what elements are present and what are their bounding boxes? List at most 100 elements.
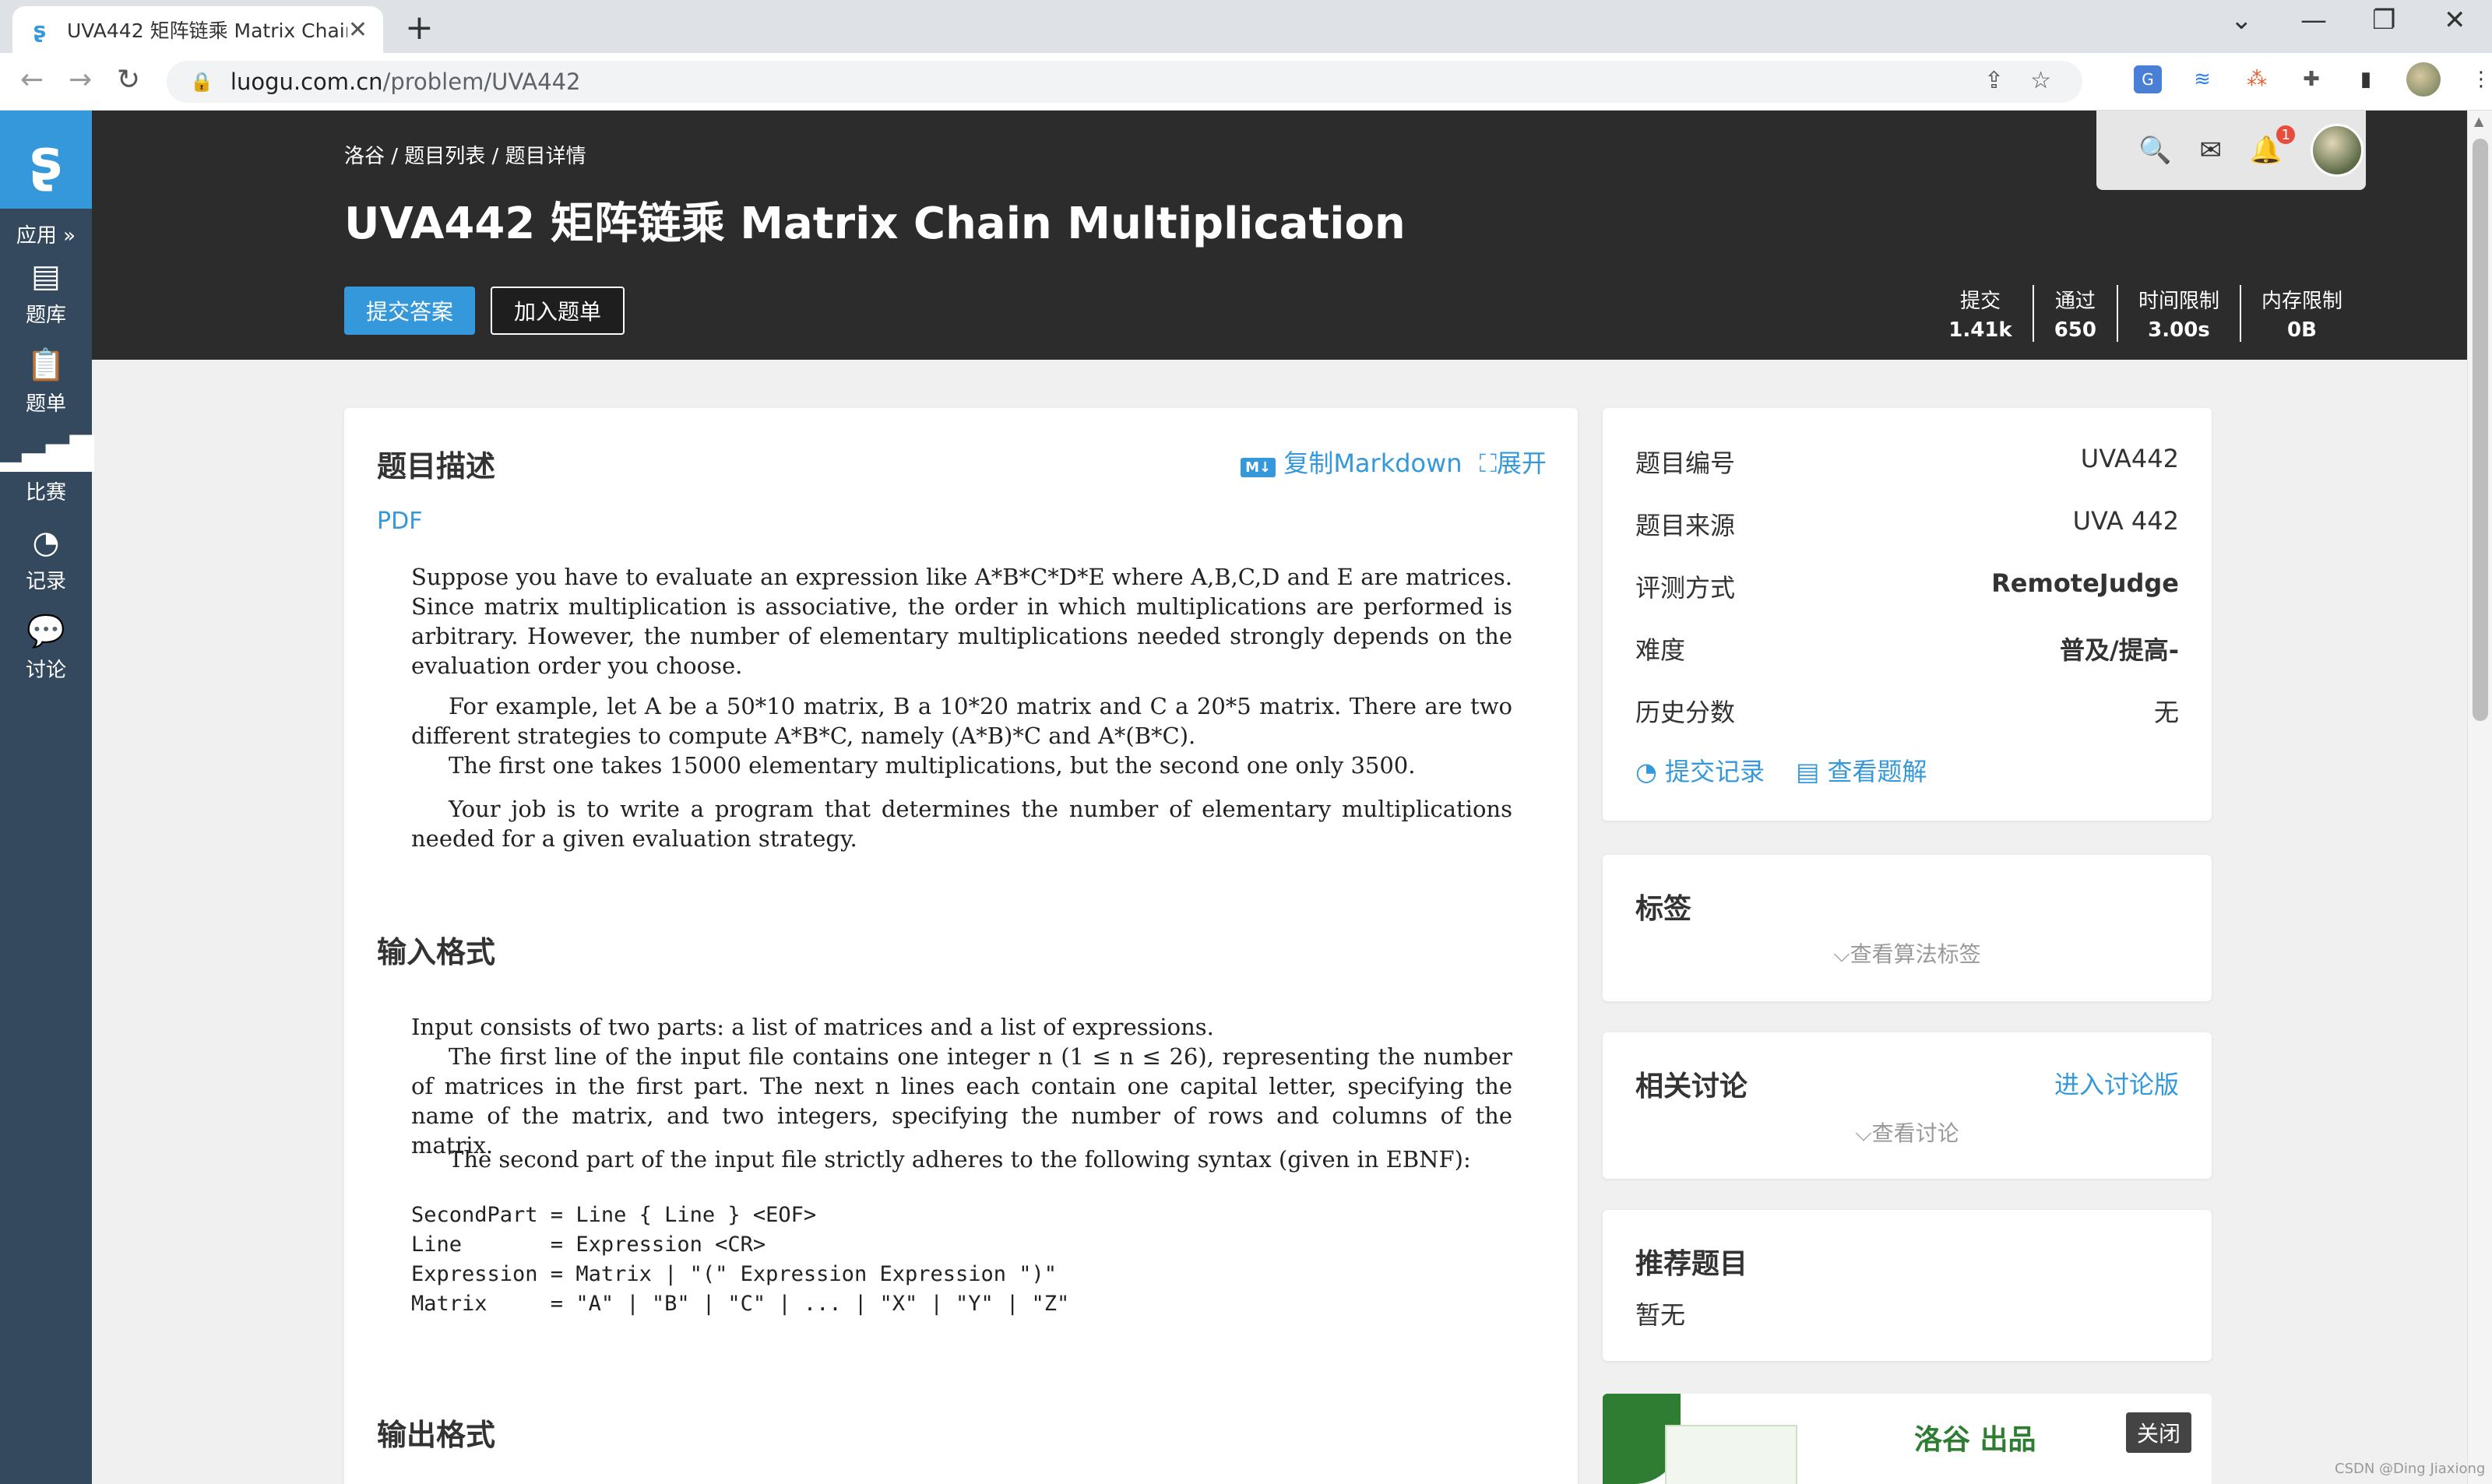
ebnf-code-block: SecondPart = Line { Line } <EOF> Line = … [411, 1203, 1070, 1316]
pie-chart-icon: ◔ [1635, 757, 1657, 786]
forward-icon[interactable]: → [69, 64, 92, 96]
layers-extension-icon[interactable]: ≋ [2188, 65, 2216, 93]
user-avatar[interactable] [2311, 124, 2364, 177]
sidebar-item-contests[interactable]: ▂▄▆█ 比赛 [0, 426, 94, 515]
view-solutions-link[interactable]: ▤ 查看题解 [1796, 752, 1927, 788]
card-actions: M↓ 复制Markdown ⛶展开 [1241, 444, 1547, 480]
sidebar: ʂ 应用 » ▤ 题库 📋 题单 ▂▄▆█ 比赛 ◔ 记录 💬 讨论 [0, 111, 94, 1484]
recommend-empty: 暂无 [1635, 1300, 1686, 1330]
input-paragraph: The second part of the input file strict… [449, 1146, 1471, 1173]
problem-stats: 提交 1.41k 通过 650 时间限制 3.00s 内存限制 0B [1928, 285, 2363, 342]
watermark: CSDN @Ding Jiaxiong [2335, 1461, 2486, 1477]
translate-extension-icon[interactable]: G [2134, 65, 2162, 93]
output-format-title: 输出格式 [377, 1418, 496, 1452]
markdown-icon: M↓ [1241, 458, 1276, 477]
difficulty-badge: 普及/提高- [2060, 635, 2179, 665]
stat-memory-limit: 内存限制 0B [2239, 285, 2363, 342]
add-to-list-button[interactable]: 加入题单 [491, 287, 625, 335]
copy-markdown-button[interactable]: M↓ 复制Markdown [1241, 444, 1462, 480]
sidebar-item-problems[interactable]: ▤ 题库 [0, 248, 92, 337]
apps-toggle[interactable]: 应用 » [0, 220, 92, 248]
sidebar-item-problem-lists[interactable]: 📋 题单 [0, 337, 92, 426]
expand-button[interactable]: ⛶展开 [1480, 444, 1547, 480]
description-paragraph: Your job is to write a program that dete… [411, 796, 1512, 852]
info-row-history-score: 历史分数无 [1635, 698, 2179, 727]
breadcrumb[interactable]: 洛谷 / 题目列表 / 题目详情 [344, 140, 586, 169]
book-icon: ▤ [31, 258, 61, 294]
scroll-up-icon[interactable]: ▲ [2474, 114, 2483, 128]
input-format-title: 输入格式 [377, 935, 496, 969]
submit-records-link[interactable]: ◔ 提交记录 [1635, 752, 1765, 788]
browser-menu-icon[interactable]: ⋮ [2467, 65, 2492, 93]
mail-icon[interactable]: ✉ [2199, 135, 2222, 166]
description-paragraph: The first one takes 15000 elementary mul… [449, 752, 1416, 779]
stat-submissions: 提交 1.41k [1948, 290, 2012, 342]
judge-link[interactable]: RemoteJudge [1991, 568, 2179, 604]
chat-icon: 💬 [26, 613, 65, 649]
close-ad-button[interactable]: 关闭 [2125, 1412, 2191, 1453]
tab-search-chevron-icon[interactable]: ⌄ [2230, 5, 2253, 36]
quick-links: ◔ 提交记录 ▤ 查看题解 [1635, 752, 1927, 788]
minimize-icon[interactable]: — [2300, 5, 2327, 36]
tab-title: UVA442 矩阵链乘 Matrix Chain [67, 19, 347, 42]
browser-tab[interactable]: ʂ UVA442 矩阵链乘 Matrix Chain ✕ [12, 6, 383, 53]
view-discuss-toggle[interactable]: ⌵查看讨论 [1603, 1117, 2212, 1148]
page-title: UVA442 矩阵链乘 Matrix Chain Multiplication [344, 199, 1406, 249]
source-link[interactable]: UVA 442 [2073, 506, 2179, 542]
notification-badge: 1 [2276, 125, 2296, 144]
discuss-title: 相关讨论 [1635, 1071, 1748, 1102]
chevron-down-icon: ⌵ [1855, 1120, 1872, 1146]
description-title: 题目描述 [377, 449, 496, 484]
page-scrollbar[interactable]: ▲ [2467, 111, 2492, 1484]
share-icon[interactable]: ⇪ [1984, 67, 2004, 94]
profile-avatar[interactable] [2406, 62, 2441, 97]
omnibox[interactable]: 🔒 luogu.com.cn/problem/UVA442 ⇪ ☆ [167, 61, 2082, 103]
input-paragraph: The first line of the input file contain… [411, 1043, 1512, 1159]
browser-tabbar: ʂ UVA442 矩阵链乘 Matrix Chain ✕ + ⌄ — ❐ ✕ [0, 0, 2492, 53]
enter-discuss-link[interactable]: 进入讨论版 [2054, 1065, 2179, 1101]
recommend-card: 推荐题目 暂无 [1603, 1210, 2212, 1361]
description-paragraph: For example, let A be a 50*10 matrix, B … [411, 693, 1512, 749]
chevron-down-icon: ⌵ [1833, 941, 1850, 967]
description-paragraph: Suppose you have to evaluate an expressi… [411, 564, 1512, 679]
reload-icon[interactable]: ↻ [117, 64, 140, 96]
expand-icon: ⛶ [1479, 448, 1497, 478]
submit-answer-button[interactable]: 提交答案 [344, 287, 475, 335]
lock-icon[interactable]: 🔒 [190, 71, 213, 93]
discuss-card: 相关讨论 进入讨论版 ⌵查看讨论 [1603, 1032, 2212, 1179]
bell-icon[interactable]: 🔔 1 [2250, 125, 2296, 166]
tags-title: 标签 [1635, 893, 1692, 925]
info-row-problem-id: 题目编号 UVA442 [1635, 444, 2179, 478]
bookmark-star-icon[interactable]: ☆ [2030, 67, 2051, 94]
sidepanel-icon[interactable]: ▮ [2352, 65, 2380, 93]
search-icon[interactable]: 🔍 [2138, 135, 2171, 166]
address-bar: ← → ↻ 🔒 luogu.com.cn/problem/UVA442 ⇪ ☆ [0, 53, 2492, 111]
promo-banner[interactable]: 洛谷 出品 关闭 [1603, 1394, 2212, 1484]
back-icon[interactable]: ← [20, 64, 44, 96]
stat-accepted: 通过 650 [2032, 285, 2117, 342]
pdf-link[interactable]: PDF [377, 508, 422, 535]
pie-chart-icon: ◔ [32, 524, 60, 561]
problem-info-card: 题目编号 UVA442 题目来源 UVA 442 评测方式 RemoteJudge 难… [1603, 408, 2212, 821]
recommend-title: 推荐题目 [1635, 1248, 1748, 1280]
sidebar-item-records[interactable]: ◔ 记录 [0, 515, 92, 603]
url-text: luogu.com.cn/problem/UVA442 [230, 69, 581, 95]
restore-icon[interactable]: ❐ [2372, 5, 2395, 36]
view-tags-toggle[interactable]: ⌵查看算法标签 [1603, 937, 2212, 969]
stat-time-limit: 时间限制 3.00s [2116, 285, 2240, 342]
extensions-area: G ≋ ⁂ ✚ ▮ ⋮ [2134, 62, 2492, 97]
scroll-thumb[interactable] [2473, 139, 2488, 721]
luogu-logo[interactable]: ʂ [0, 111, 92, 209]
network-extension-icon[interactable]: ⁂ [2243, 65, 2271, 93]
user-panel: 🔍 ✉ 🔔 1 [2096, 111, 2366, 190]
problem-content-card: 题目描述 M↓ 复制Markdown ⛶展开 PDF Suppose you h… [344, 408, 1578, 1484]
info-row-source: 题目来源 UVA 442 [1635, 506, 2179, 542]
sidebar-item-discuss[interactable]: 💬 讨论 [0, 603, 92, 692]
puzzle-extensions-icon[interactable]: ✚ [2297, 65, 2325, 93]
tab-close-icon[interactable]: ✕ [348, 16, 368, 44]
input-paragraph: Input consists of two parts: a list of m… [411, 1014, 1214, 1040]
document-icon: ▤ [1796, 757, 1820, 786]
promo-brand: 洛谷 出品 [1914, 1424, 2036, 1456]
close-window-icon[interactable]: ✕ [2444, 5, 2466, 36]
new-tab-icon[interactable]: + [405, 8, 434, 47]
